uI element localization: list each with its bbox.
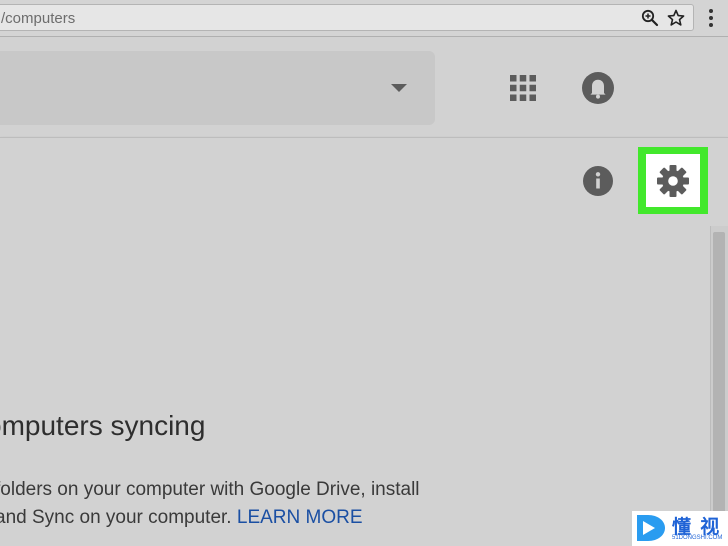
description-line-2: and Sync on your computer. LEARN MORE	[0, 505, 363, 531]
address-url[interactable]: /computers	[1, 10, 75, 27]
vertical-dots-icon[interactable]	[704, 7, 718, 29]
search-box[interactable]	[0, 51, 435, 125]
description-line-1: folders on your computer with Google Dri…	[0, 477, 420, 503]
browser-toolbar: /computers	[0, 0, 728, 37]
settings-button[interactable]	[646, 154, 700, 207]
watermark-subtext: 51DONGSHI.COM	[672, 535, 723, 541]
learn-more-link[interactable]: LEARN MORE	[237, 507, 363, 528]
description-text-2: and Sync on your computer.	[0, 507, 237, 528]
play-logo-icon	[637, 515, 665, 541]
bell-icon[interactable]	[581, 71, 615, 105]
star-outline-icon[interactable]	[667, 9, 685, 27]
app-header	[0, 37, 728, 137]
scrollbar-thumb[interactable]	[713, 232, 725, 532]
page-heading: omputers syncing	[0, 410, 206, 441]
gear-icon	[657, 164, 689, 197]
drive-toolbar	[0, 137, 728, 226]
info-icon[interactable]	[582, 165, 614, 197]
magnifier-plus-icon[interactable]	[641, 9, 659, 27]
description-text-1: folders on your computer with Google Dri…	[0, 479, 420, 500]
address-bar[interactable]: /computers	[0, 4, 694, 31]
caret-down-icon[interactable]	[391, 84, 407, 92]
grid-apps-icon[interactable]	[509, 74, 537, 102]
